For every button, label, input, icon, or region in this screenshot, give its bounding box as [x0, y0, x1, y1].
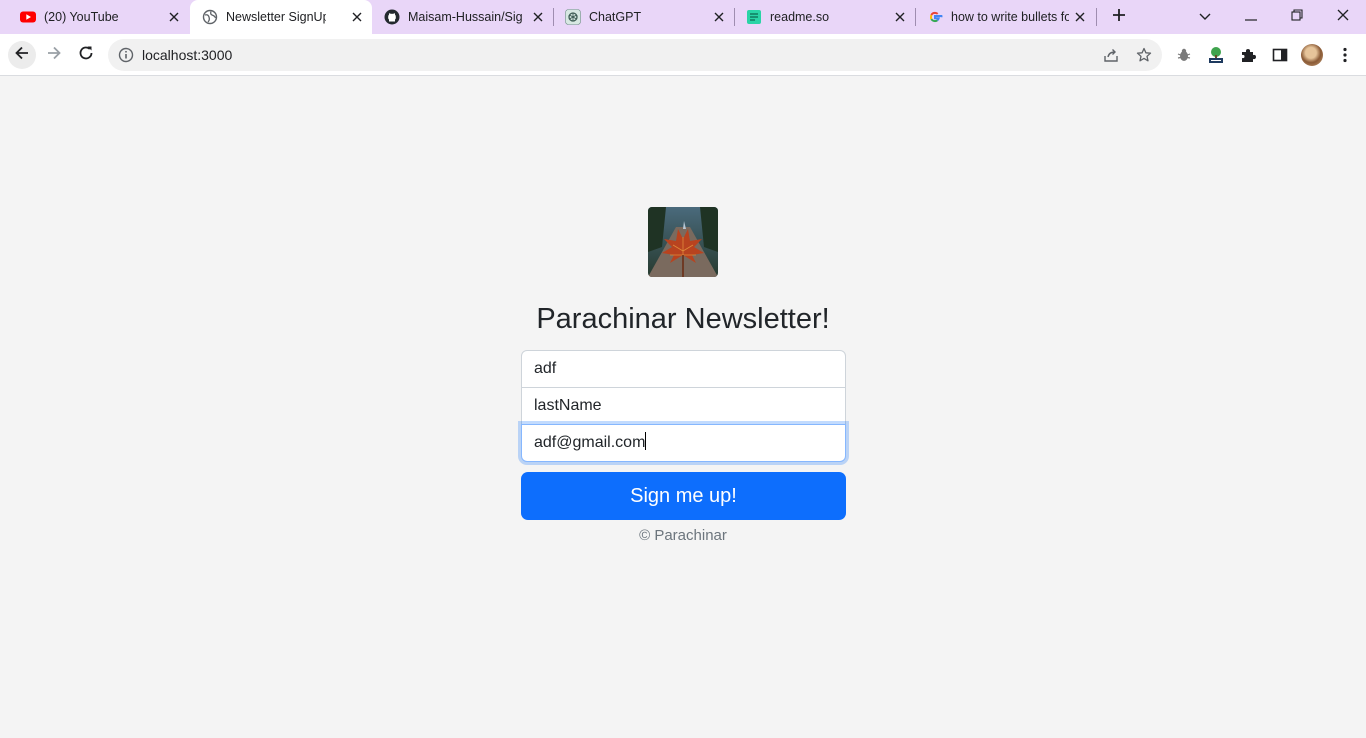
tab-github[interactable]: Maisam-Hussain/Sign	[372, 0, 552, 34]
more-menu-icon[interactable]	[1336, 46, 1354, 64]
tab-separator	[1096, 8, 1097, 26]
tab-title: Newsletter SignUp	[226, 10, 326, 24]
tab-search-button[interactable]	[1194, 7, 1216, 27]
bug-extension-icon[interactable]	[1175, 46, 1193, 64]
close-tab-icon[interactable]	[530, 9, 546, 25]
page-title: Parachinar Newsletter!	[536, 303, 830, 335]
minimize-icon	[1245, 8, 1257, 26]
plus-icon	[1112, 8, 1126, 27]
tab-title: readme.so	[770, 10, 830, 24]
first-name-input[interactable]	[521, 350, 846, 388]
tab-chatgpt[interactable]: ChatGPT	[553, 0, 734, 34]
address-bar[interactable]: localhost:3000	[108, 39, 1162, 71]
profile-avatar[interactable]	[1301, 44, 1323, 66]
side-panel-icon[interactable]	[1271, 46, 1289, 64]
info-icon[interactable]	[118, 47, 134, 63]
tab-strip: (20) YouTube Newsletter SignUp Maisam-Hu…	[0, 0, 1366, 34]
url-text: localhost:3000	[142, 47, 233, 63]
chatgpt-icon	[565, 9, 581, 25]
reload-icon	[78, 45, 94, 66]
youtube-icon	[20, 9, 36, 25]
copyright-footer: © Parachinar	[639, 527, 727, 544]
tab-readme[interactable]: readme.so	[734, 0, 915, 34]
share-icon[interactable]	[1103, 47, 1119, 63]
tab-google-search[interactable]: how to write bullets fo	[915, 0, 1096, 34]
forward-button[interactable]	[40, 41, 68, 69]
restore-button[interactable]	[1286, 7, 1308, 27]
readme-icon	[746, 9, 762, 25]
close-icon	[1337, 8, 1349, 26]
html-tree-extension-icon[interactable]	[1207, 46, 1225, 64]
extensions-puzzle-icon[interactable]	[1239, 46, 1257, 64]
text-cursor	[645, 432, 647, 450]
tab-title: (20) YouTube	[44, 10, 119, 24]
globe-icon	[202, 9, 218, 25]
close-tab-icon[interactable]	[349, 9, 365, 25]
email-value: adf@gmail.com	[534, 434, 646, 451]
page-content: Parachinar Newsletter! adf@gmail.com Sig…	[0, 77, 1366, 738]
new-tab-button[interactable]	[1108, 7, 1130, 27]
minimize-button[interactable]	[1240, 7, 1262, 27]
close-tab-icon[interactable]	[711, 9, 727, 25]
sign-me-up-button[interactable]: Sign me up!	[521, 472, 846, 520]
github-icon	[384, 9, 400, 25]
chevron-down-icon	[1199, 8, 1211, 26]
forward-arrow-icon	[46, 45, 62, 66]
tab-title: Maisam-Hussain/Sign	[408, 10, 523, 24]
close-tab-icon[interactable]	[166, 9, 182, 25]
close-tab-icon[interactable]	[892, 9, 908, 25]
close-window-button[interactable]	[1332, 7, 1354, 27]
tab-title: how to write bullets fo	[951, 10, 1069, 24]
google-icon	[927, 9, 943, 25]
back-button[interactable]	[8, 41, 36, 69]
restore-icon	[1291, 8, 1303, 26]
newsletter-logo-image	[648, 207, 718, 277]
back-arrow-icon	[14, 45, 30, 66]
bookmark-star-icon[interactable]	[1136, 47, 1152, 63]
close-tab-icon[interactable]	[1072, 9, 1088, 25]
tab-newsletter-signup[interactable]: Newsletter SignUp	[190, 0, 372, 34]
last-name-input[interactable]	[521, 387, 846, 425]
tab-title: ChatGPT	[589, 10, 642, 24]
tab-youtube[interactable]: (20) YouTube	[8, 0, 190, 34]
browser-toolbar: localhost:3000	[0, 34, 1366, 76]
reload-button[interactable]	[72, 41, 100, 69]
email-input[interactable]: adf@gmail.com	[521, 424, 846, 462]
